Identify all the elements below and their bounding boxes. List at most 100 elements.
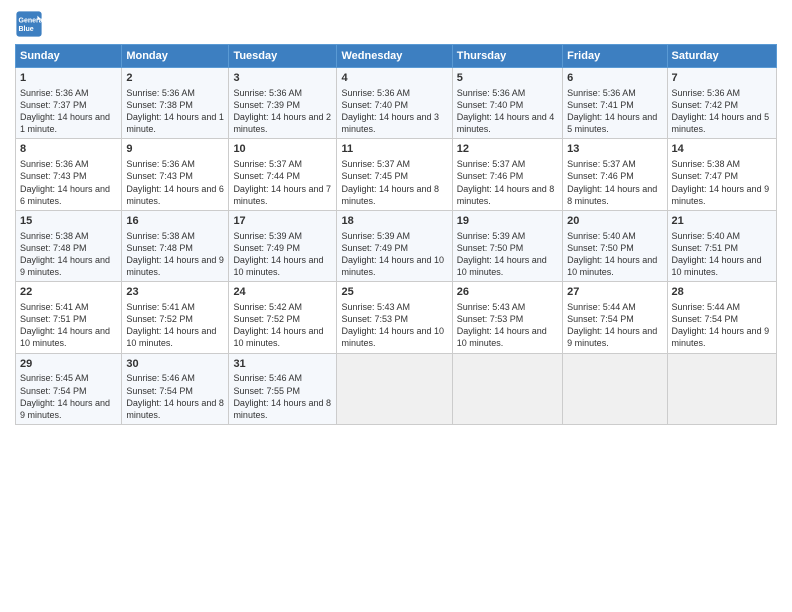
daylight-text: Daylight: 14 hours and 7 minutes.	[233, 183, 332, 207]
calendar-week-row: 8 Sunrise: 5:36 AM Sunset: 7:43 PM Dayli…	[16, 139, 777, 210]
day-number: 17	[233, 214, 332, 229]
day-number: 16	[126, 214, 224, 229]
calendar-cell: 4 Sunrise: 5:36 AM Sunset: 7:40 PM Dayli…	[337, 68, 452, 139]
day-number: 7	[672, 71, 772, 86]
sunset-text: Sunset: 7:37 PM	[20, 99, 117, 111]
daylight-text: Daylight: 14 hours and 3 minutes.	[341, 111, 447, 135]
sunset-text: Sunset: 7:47 PM	[672, 170, 772, 182]
sunrise-text: Sunrise: 5:43 AM	[457, 301, 558, 313]
sunrise-text: Sunrise: 5:39 AM	[457, 230, 558, 242]
daylight-text: Daylight: 14 hours and 10 minutes.	[341, 325, 447, 349]
calendar-cell: 1 Sunrise: 5:36 AM Sunset: 7:37 PM Dayli…	[16, 68, 122, 139]
calendar-cell: 13 Sunrise: 5:37 AM Sunset: 7:46 PM Dayl…	[563, 139, 667, 210]
calendar-cell: 22 Sunrise: 5:41 AM Sunset: 7:51 PM Dayl…	[16, 282, 122, 353]
calendar-cell: 18 Sunrise: 5:39 AM Sunset: 7:49 PM Dayl…	[337, 210, 452, 281]
sunset-text: Sunset: 7:50 PM	[567, 242, 662, 254]
sunrise-text: Sunrise: 5:38 AM	[20, 230, 117, 242]
col-header-wednesday: Wednesday	[337, 45, 452, 68]
daylight-text: Daylight: 14 hours and 6 minutes.	[126, 183, 224, 207]
daylight-text: Daylight: 14 hours and 10 minutes.	[457, 254, 558, 278]
sunset-text: Sunset: 7:54 PM	[126, 385, 224, 397]
sunset-text: Sunset: 7:53 PM	[341, 313, 447, 325]
daylight-text: Daylight: 14 hours and 8 minutes.	[233, 397, 332, 421]
day-number: 8	[20, 142, 117, 157]
day-number: 14	[672, 142, 772, 157]
daylight-text: Daylight: 14 hours and 8 minutes.	[126, 397, 224, 421]
sunset-text: Sunset: 7:38 PM	[126, 99, 224, 111]
calendar-cell: 24 Sunrise: 5:42 AM Sunset: 7:52 PM Dayl…	[229, 282, 337, 353]
day-number: 20	[567, 214, 662, 229]
daylight-text: Daylight: 14 hours and 9 minutes.	[672, 325, 772, 349]
daylight-text: Daylight: 14 hours and 5 minutes.	[567, 111, 662, 135]
sunrise-text: Sunrise: 5:44 AM	[672, 301, 772, 313]
sunrise-text: Sunrise: 5:37 AM	[567, 158, 662, 170]
day-number: 10	[233, 142, 332, 157]
logo: General Blue	[15, 10, 47, 38]
sunset-text: Sunset: 7:39 PM	[233, 99, 332, 111]
sunrise-text: Sunrise: 5:37 AM	[457, 158, 558, 170]
daylight-text: Daylight: 14 hours and 9 minutes.	[672, 183, 772, 207]
calendar-cell: 23 Sunrise: 5:41 AM Sunset: 7:52 PM Dayl…	[122, 282, 229, 353]
sunset-text: Sunset: 7:43 PM	[126, 170, 224, 182]
day-number: 26	[457, 285, 558, 300]
day-number: 27	[567, 285, 662, 300]
sunrise-text: Sunrise: 5:37 AM	[233, 158, 332, 170]
day-number: 13	[567, 142, 662, 157]
sunset-text: Sunset: 7:49 PM	[341, 242, 447, 254]
sunrise-text: Sunrise: 5:41 AM	[126, 301, 224, 313]
day-number: 18	[341, 214, 447, 229]
day-number: 29	[20, 357, 117, 372]
calendar-cell: 20 Sunrise: 5:40 AM Sunset: 7:50 PM Dayl…	[563, 210, 667, 281]
sunset-text: Sunset: 7:46 PM	[567, 170, 662, 182]
calendar-cell	[452, 353, 562, 424]
day-number: 15	[20, 214, 117, 229]
header-row: SundayMondayTuesdayWednesdayThursdayFrid…	[16, 45, 777, 68]
sunrise-text: Sunrise: 5:40 AM	[672, 230, 772, 242]
col-header-thursday: Thursday	[452, 45, 562, 68]
sunrise-text: Sunrise: 5:39 AM	[233, 230, 332, 242]
daylight-text: Daylight: 14 hours and 1 minute.	[126, 111, 224, 135]
daylight-text: Daylight: 14 hours and 9 minutes.	[20, 397, 117, 421]
sunset-text: Sunset: 7:52 PM	[233, 313, 332, 325]
calendar-cell: 27 Sunrise: 5:44 AM Sunset: 7:54 PM Dayl…	[563, 282, 667, 353]
col-header-saturday: Saturday	[667, 45, 776, 68]
daylight-text: Daylight: 14 hours and 6 minutes.	[20, 183, 117, 207]
calendar-cell: 3 Sunrise: 5:36 AM Sunset: 7:39 PM Dayli…	[229, 68, 337, 139]
calendar-week-row: 22 Sunrise: 5:41 AM Sunset: 7:51 PM Dayl…	[16, 282, 777, 353]
calendar-cell	[667, 353, 776, 424]
daylight-text: Daylight: 14 hours and 5 minutes.	[672, 111, 772, 135]
svg-text:Blue: Blue	[19, 26, 34, 33]
calendar-cell: 17 Sunrise: 5:39 AM Sunset: 7:49 PM Dayl…	[229, 210, 337, 281]
day-number: 28	[672, 285, 772, 300]
sunrise-text: Sunrise: 5:36 AM	[20, 87, 117, 99]
calendar-week-row: 15 Sunrise: 5:38 AM Sunset: 7:48 PM Dayl…	[16, 210, 777, 281]
daylight-text: Daylight: 14 hours and 4 minutes.	[457, 111, 558, 135]
sunset-text: Sunset: 7:51 PM	[20, 313, 117, 325]
day-number: 11	[341, 142, 447, 157]
page: General Blue SundayMondayTuesdayWednesda…	[0, 0, 792, 612]
sunrise-text: Sunrise: 5:42 AM	[233, 301, 332, 313]
sunrise-text: Sunrise: 5:46 AM	[233, 372, 332, 384]
sunset-text: Sunset: 7:50 PM	[457, 242, 558, 254]
calendar-cell	[337, 353, 452, 424]
daylight-text: Daylight: 14 hours and 10 minutes.	[126, 325, 224, 349]
sunrise-text: Sunrise: 5:36 AM	[20, 158, 117, 170]
sunset-text: Sunset: 7:52 PM	[126, 313, 224, 325]
day-number: 2	[126, 71, 224, 86]
sunrise-text: Sunrise: 5:36 AM	[126, 158, 224, 170]
sunset-text: Sunset: 7:46 PM	[457, 170, 558, 182]
sunrise-text: Sunrise: 5:36 AM	[341, 87, 447, 99]
sunrise-text: Sunrise: 5:38 AM	[672, 158, 772, 170]
calendar-cell: 14 Sunrise: 5:38 AM Sunset: 7:47 PM Dayl…	[667, 139, 776, 210]
sunset-text: Sunset: 7:54 PM	[20, 385, 117, 397]
calendar-cell: 31 Sunrise: 5:46 AM Sunset: 7:55 PM Dayl…	[229, 353, 337, 424]
sunset-text: Sunset: 7:40 PM	[457, 99, 558, 111]
sunset-text: Sunset: 7:43 PM	[20, 170, 117, 182]
sunrise-text: Sunrise: 5:41 AM	[20, 301, 117, 313]
daylight-text: Daylight: 14 hours and 10 minutes.	[457, 325, 558, 349]
day-number: 24	[233, 285, 332, 300]
calendar-cell: 19 Sunrise: 5:39 AM Sunset: 7:50 PM Dayl…	[452, 210, 562, 281]
sunset-text: Sunset: 7:48 PM	[126, 242, 224, 254]
sunrise-text: Sunrise: 5:46 AM	[126, 372, 224, 384]
daylight-text: Daylight: 14 hours and 8 minutes.	[457, 183, 558, 207]
